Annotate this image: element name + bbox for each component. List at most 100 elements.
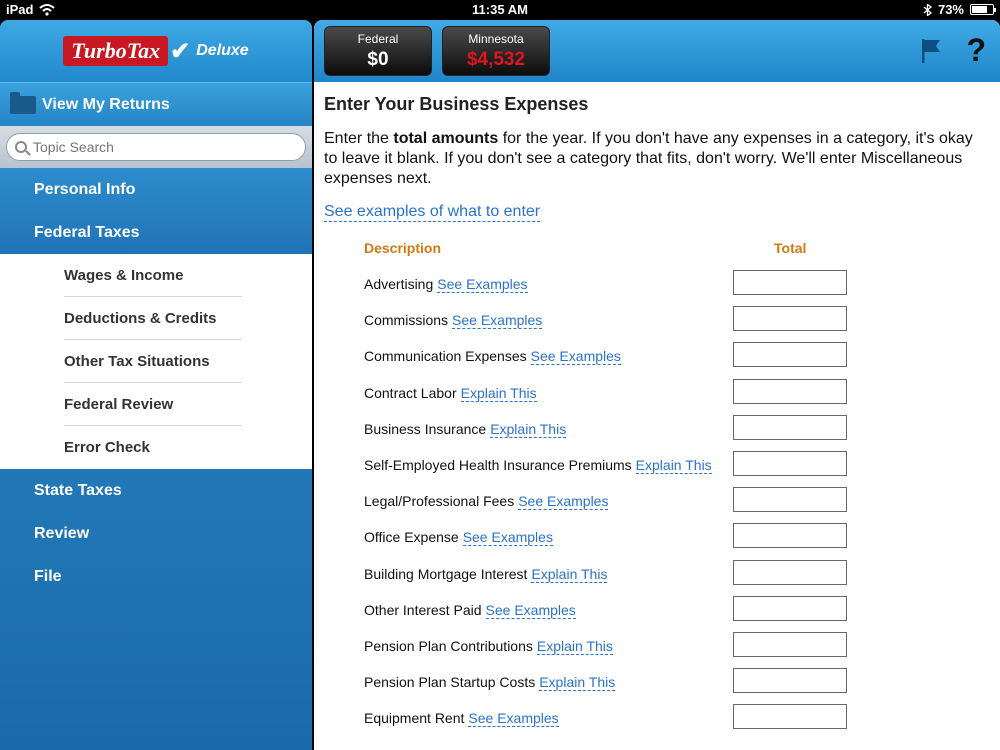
- sidebar-item-state-taxes[interactable]: State Taxes: [0, 469, 312, 512]
- expense-label: Office Expense: [364, 529, 459, 546]
- expense-total-input[interactable]: [733, 631, 847, 657]
- state-label: Minnesota: [468, 32, 524, 46]
- expense-help-link[interactable]: Explain This: [490, 420, 567, 438]
- nav-bottom: State Taxes Review File: [0, 469, 312, 598]
- expense-total-input[interactable]: [733, 270, 847, 295]
- expense-total-input[interactable]: [733, 523, 847, 549]
- battery-percent: 73%: [937, 2, 964, 17]
- expense-total-input[interactable]: [733, 559, 847, 585]
- expense-help-link[interactable]: Explain This: [635, 456, 712, 474]
- state-refund-meter[interactable]: Minnesota $4,532: [442, 26, 550, 76]
- checkmark-icon: ✔: [170, 37, 191, 65]
- expense-row-legal-fees: Legal/Professional Fees See Examples: [324, 487, 990, 523]
- expense-total-input[interactable]: [733, 306, 847, 332]
- turbotax-logo: TurboTax: [63, 36, 169, 66]
- expense-help-link[interactable]: Explain This: [460, 384, 537, 402]
- folder-icon: [10, 91, 36, 114]
- expense-help-link[interactable]: See Examples: [437, 276, 528, 293]
- subnav-item-deductions-credits[interactable]: Deductions & Credits: [64, 297, 242, 340]
- expense-help-link[interactable]: See Examples: [530, 348, 621, 366]
- status-time: 11:35 AM: [472, 2, 528, 17]
- expense-row-communication: Communication Expenses See Examples: [324, 342, 990, 378]
- view-my-returns-label: View My Returns: [42, 95, 170, 113]
- expense-help-link[interactable]: See Examples: [518, 493, 609, 511]
- main-panel: Federal $0 Minnesota $4,532 ? Enter Your…: [314, 20, 1000, 750]
- expense-row-equipment-rent: Equipment Rent See Examples: [324, 704, 990, 740]
- expense-help-link[interactable]: Explain This: [539, 674, 616, 692]
- subnav-item-other-tax-situations[interactable]: Other Tax Situations: [64, 340, 242, 383]
- expense-label: Self-Employed Health Insurance Premiums: [364, 456, 632, 473]
- expense-total-input[interactable]: [733, 668, 847, 694]
- expense-label: Equipment Rent: [364, 710, 465, 727]
- view-my-returns-button[interactable]: View My Returns: [0, 82, 312, 126]
- bluetooth-icon: [923, 3, 932, 16]
- search-box: [6, 133, 306, 161]
- edition-label: Deluxe: [196, 42, 249, 59]
- expense-total-input[interactable]: [733, 378, 847, 404]
- expense-total-input[interactable]: [733, 704, 847, 730]
- search-icon: [15, 141, 27, 153]
- search-bar: [0, 126, 312, 168]
- battery-fill: [972, 6, 987, 13]
- expense-label: Pension Plan Contributions: [364, 637, 533, 654]
- topic-search-input[interactable]: [33, 139, 273, 155]
- expense-help-link[interactable]: See Examples: [452, 312, 543, 330]
- expense-total-input[interactable]: [733, 595, 847, 621]
- federal-label: Federal: [357, 32, 399, 46]
- expense-total-input[interactable]: [733, 487, 847, 513]
- expense-row-contract-labor: Contract Labor Explain This: [324, 378, 990, 415]
- expense-row-business-insurance: Business Insurance Explain This: [324, 414, 990, 451]
- subnav-item-error-check[interactable]: Error Check: [64, 426, 242, 469]
- help-icon[interactable]: ?: [966, 32, 986, 69]
- flag-icon[interactable]: [920, 38, 942, 64]
- expense-row-office-expense: Office Expense See Examples: [324, 523, 990, 559]
- see-examples-link[interactable]: See examples of what to enter: [324, 203, 541, 222]
- federal-amount: $0: [367, 49, 389, 70]
- sidebar-item-federal-taxes[interactable]: Federal Taxes: [0, 211, 312, 254]
- expense-list: Advertising See Examples Commissions See E…: [324, 270, 990, 740]
- description-header: Description: [364, 240, 442, 256]
- expense-row-other-interest: Other Interest Paid See Examples: [324, 595, 990, 632]
- expense-label: Building Mortgage Interest: [364, 565, 528, 582]
- battery-icon: [970, 4, 996, 15]
- expense-label: Legal/Professional Fees: [364, 493, 515, 510]
- nav-top: Personal Info Federal Taxes: [0, 168, 312, 254]
- expense-label: Communication Expenses: [364, 348, 527, 365]
- expense-label: Advertising: [364, 276, 434, 292]
- sidebar-item-personal-info[interactable]: Personal Info: [0, 168, 312, 211]
- expense-help-link[interactable]: Explain This: [536, 637, 613, 655]
- expense-label: Contract Labor: [364, 384, 457, 401]
- expense-help-link[interactable]: Explain This: [531, 565, 608, 583]
- expense-total-input[interactable]: [733, 414, 847, 440]
- sidebar-item-file[interactable]: File: [0, 555, 312, 598]
- column-headers: Description Total: [324, 240, 990, 270]
- logo: TurboTax ✔ Deluxe: [0, 20, 312, 82]
- expense-total-input[interactable]: [733, 450, 847, 476]
- expense-help-link[interactable]: See Examples: [485, 601, 576, 619]
- expense-row-pension-startup: Pension Plan Startup Costs Explain This: [324, 668, 990, 704]
- sidebar: TurboTax ✔ Deluxe View My Returns Person…: [0, 20, 312, 750]
- state-amount: $4,532: [466, 49, 526, 70]
- expense-help-link[interactable]: See Examples: [468, 710, 559, 728]
- expense-row-health-insurance: Self-Employed Health Insurance Premiums E…: [324, 450, 990, 487]
- sidebar-item-review[interactable]: Review: [0, 512, 312, 555]
- subnav-item-federal-review[interactable]: Federal Review: [64, 383, 242, 426]
- intro-text: Enter the total amounts for the year. If…: [324, 129, 990, 189]
- federal-subnav: Wages & Income Deductions & Credits Othe…: [0, 254, 312, 469]
- expense-row-mortgage-interest: Building Mortgage Interest Explain This: [324, 559, 990, 596]
- expense-row-advertising: Advertising See Examples: [324, 270, 990, 306]
- content: Enter Your Business Expenses Enter the t…: [314, 82, 1000, 740]
- expense-help-link[interactable]: See Examples: [462, 529, 553, 547]
- expense-label: Business Insurance: [364, 420, 487, 437]
- expense-total-input[interactable]: [733, 342, 847, 368]
- status-bar: iPad 11:35 AM 73%: [0, 0, 1000, 20]
- expense-label: Other Interest Paid: [364, 601, 482, 618]
- expense-row-pension-contributions: Pension Plan Contributions Explain This: [324, 631, 990, 668]
- total-header: Total: [774, 240, 807, 256]
- expense-label: Commissions: [364, 312, 449, 329]
- refund-bar: Federal $0 Minnesota $4,532 ?: [314, 20, 1000, 82]
- page-title: Enter Your Business Expenses: [324, 94, 589, 114]
- federal-refund-meter[interactable]: Federal $0: [324, 26, 432, 76]
- intro-prefix: Enter the: [324, 130, 394, 147]
- subnav-item-wages-income[interactable]: Wages & Income: [64, 254, 242, 297]
